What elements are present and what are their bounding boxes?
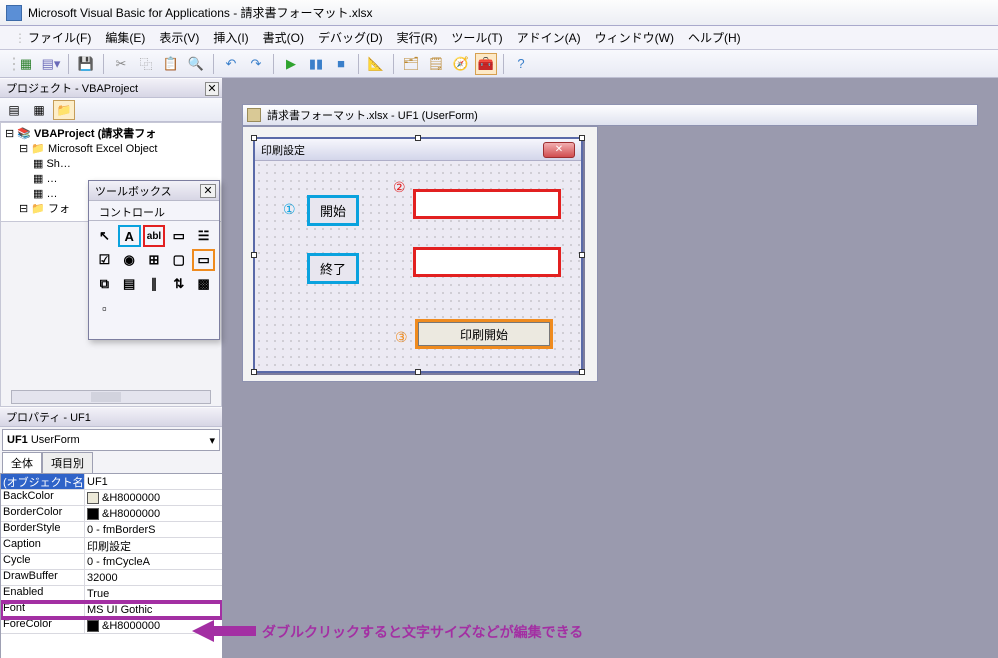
tb-object-browser-icon[interactable]: 🧭 — [450, 53, 472, 75]
properties-panel-header: プロパティ - UF1 — [0, 407, 222, 427]
tool-label-icon[interactable]: A — [118, 225, 141, 247]
property-row[interactable]: BackColor&H8000000 — [1, 490, 222, 506]
menu-tools[interactable]: ツール(T) — [445, 26, 508, 49]
toolbox-titlebar[interactable]: ツールボックス ✕ — [89, 181, 219, 201]
tb-copy-icon[interactable]: ⿻ — [135, 53, 157, 75]
property-row[interactable]: Caption印刷設定 — [1, 538, 222, 554]
chevron-down-icon: ▾ — [209, 434, 215, 447]
tool-scrollbar-icon[interactable]: ∥ — [143, 273, 166, 295]
project-panel-close-icon[interactable]: ✕ — [205, 82, 219, 96]
menu-view[interactable]: 表示(V) — [153, 26, 205, 49]
form-designer-host: 印刷設定 ✕ ① ② ③ 開始 終了 印刷開始 — [242, 126, 598, 382]
property-row[interactable]: Cycle0 - fmCycleA — [1, 554, 222, 570]
tb-paste-icon[interactable]: 📋 — [160, 53, 182, 75]
form-icon — [247, 108, 261, 122]
view-object-icon[interactable]: ▦ — [28, 100, 50, 120]
label-start[interactable]: 開始 — [307, 195, 359, 226]
menu-help[interactable]: ヘルプ(H) — [682, 26, 747, 49]
mdi-canvas: 請求書フォーマット.xlsx - UF1 (UserForm) 印刷設定 ✕ ①… — [222, 78, 998, 658]
annotation-1: ① — [283, 201, 296, 218]
tb-excel-icon[interactable]: ▦ — [15, 53, 37, 75]
app-titlebar: Microsoft Visual Basic for Applications … — [0, 0, 998, 26]
tool-togglebutton-icon[interactable]: ⊞ — [143, 249, 166, 271]
tool-pointer-icon[interactable]: ↖ — [93, 225, 116, 247]
tb-help-icon[interactable]: ? — [510, 53, 532, 75]
menu-addins[interactable]: アドイン(A) — [511, 26, 587, 49]
project-panel-header: プロジェクト - VBAProject ✕ — [0, 78, 222, 98]
toolbox-window[interactable]: ツールボックス ✕ コントロール ↖ A abl ▭ ☱ ☑ ◉ ⊞ ▢ ▭ ⧉… — [88, 180, 220, 340]
property-row[interactable]: BorderStyle0 - fmBorderS — [1, 522, 222, 538]
tb-break-icon[interactable]: ▮▮ — [305, 53, 327, 75]
properties-grid[interactable]: (オブジェクト名)UF1BackColor&H8000000BorderColo… — [0, 473, 222, 658]
userform-titlebar: 印刷設定 ✕ — [255, 139, 581, 161]
property-row[interactable]: BorderColor&H8000000 — [1, 506, 222, 522]
property-row[interactable]: EnabledTrue — [1, 586, 222, 602]
view-code-icon[interactable]: ▤ — [3, 100, 25, 120]
button-print-start[interactable]: 印刷開始 — [415, 319, 553, 349]
userform-close-button[interactable]: ✕ — [543, 142, 575, 158]
tool-commandbutton-icon[interactable]: ▭ — [192, 249, 215, 271]
mdi-child-titlebar[interactable]: 請求書フォーマット.xlsx - UF1 (UserForm) — [242, 104, 978, 126]
project-toolbar: ▤ ▦ 📁 — [0, 98, 222, 122]
textbox-start[interactable] — [413, 189, 561, 219]
userform[interactable]: 印刷設定 ✕ ① ② ③ 開始 終了 印刷開始 — [253, 137, 583, 373]
menu-format[interactable]: 書式(O) — [257, 26, 310, 49]
tb-design-icon[interactable]: 📐 — [365, 53, 387, 75]
property-row[interactable]: ForeColor&H8000000 — [1, 618, 222, 634]
annotation-3: ③ — [395, 329, 408, 346]
label-end[interactable]: 終了 — [307, 253, 359, 284]
annotation-2: ② — [393, 179, 406, 196]
tool-textbox-icon[interactable]: abl — [143, 225, 166, 247]
menu-run[interactable]: 実行(R) — [391, 26, 444, 49]
tool-checkbox-icon[interactable]: ☑ — [93, 249, 116, 271]
app-icon — [6, 5, 22, 21]
property-row[interactable]: DrawBuffer32000 — [1, 570, 222, 586]
menu-insert[interactable]: 挿入(I) — [207, 26, 254, 49]
tb-toolbox-icon[interactable]: 🧰 — [475, 53, 497, 75]
tool-combobox-icon[interactable]: ▭ — [167, 225, 190, 247]
properties-object-combo[interactable]: UF1 UserForm▾ — [2, 429, 220, 451]
tab-all[interactable]: 全体 — [2, 452, 42, 473]
property-row[interactable]: (オブジェクト名)UF1 — [1, 474, 222, 490]
tool-multipage-icon[interactable]: ▤ — [118, 273, 141, 295]
main-toolbar: ⋮ ▦ ▤▾ 💾 ✂ ⿻ 📋 🔍 ↶ ↷ ▶ ▮▮ ■ 📐 🗂 🗒 🧭 🧰 ? — [0, 50, 998, 78]
toggle-folders-icon[interactable]: 📁 — [53, 100, 75, 120]
tool-spinbutton-icon[interactable]: ⇅ — [167, 273, 190, 295]
callout-arrow-icon — [192, 620, 256, 642]
tool-image-icon[interactable]: ▩ — [192, 273, 215, 295]
toolbox-close-icon[interactable]: ✕ — [200, 184, 216, 198]
tb-properties-icon[interactable]: 🗒 — [425, 53, 447, 75]
toolbox-tab-controls[interactable]: コントロール — [89, 201, 219, 221]
menubar: ⋮ ファイル(F) 編集(E) 表示(V) 挿入(I) 書式(O) デバッグ(D… — [0, 26, 998, 50]
menu-edit[interactable]: 編集(E) — [99, 26, 151, 49]
menu-debug[interactable]: デバッグ(D) — [312, 26, 389, 49]
callout-text: ダブルクリックすると文字サイズなどが編集できる — [262, 622, 583, 642]
property-row[interactable]: FontMS UI Gothic — [1, 602, 222, 618]
tab-categorized[interactable]: 項目別 — [42, 452, 93, 473]
tool-optionbutton-icon[interactable]: ◉ — [118, 249, 141, 271]
menu-file[interactable]: ファイル(F) — [22, 26, 97, 49]
tb-reset-icon[interactable]: ■ — [330, 53, 352, 75]
tb-save-icon[interactable]: 💾 — [75, 53, 97, 75]
tb-run-icon[interactable]: ▶ — [280, 53, 302, 75]
project-hscroll[interactable] — [11, 390, 211, 404]
tb-undo-icon[interactable]: ↶ — [220, 53, 242, 75]
tb-insert-icon[interactable]: ▤▾ — [40, 53, 62, 75]
tool-listbox-icon[interactable]: ☱ — [192, 225, 215, 247]
menu-window[interactable]: ウィンドウ(W) — [589, 26, 680, 49]
tb-redo-icon[interactable]: ↷ — [245, 53, 267, 75]
tool-refedit-icon[interactable]: ▫ — [93, 297, 116, 319]
app-title: Microsoft Visual Basic for Applications … — [28, 4, 373, 21]
textbox-end[interactable] — [413, 247, 561, 277]
tb-find-icon[interactable]: 🔍 — [185, 53, 207, 75]
tool-frame-icon[interactable]: ▢ — [167, 249, 190, 271]
tb-project-explorer-icon[interactable]: 🗂 — [400, 53, 422, 75]
tool-tabstrip-icon[interactable]: ⧉ — [93, 273, 116, 295]
properties-tabs: 全体 項目別 — [0, 453, 222, 473]
tb-cut-icon[interactable]: ✂ — [110, 53, 132, 75]
